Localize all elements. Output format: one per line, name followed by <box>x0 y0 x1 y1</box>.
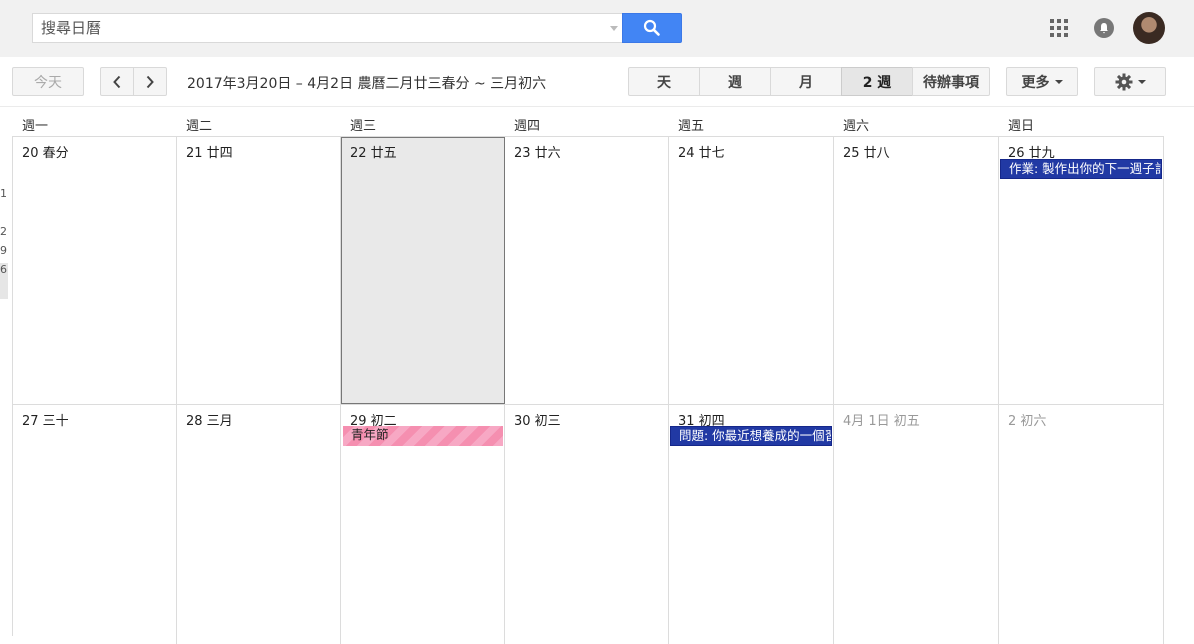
day-label[interactable]: 23 廿六 <box>514 142 561 161</box>
calendar-event[interactable]: 作業: 製作出你的下一週子計 <box>1000 159 1162 179</box>
day-cell[interactable]: 20 春分 <box>13 137 177 404</box>
view-day-tab[interactable]: 天 <box>628 67 700 96</box>
search-input[interactable] <box>33 14 603 42</box>
day-cell-today[interactable]: 22 廿五 <box>341 137 505 404</box>
top-bar <box>0 0 1194 57</box>
day-cell[interactable]: 23 廿六 <box>505 137 669 404</box>
two-week-grid: 20 春分 21 廿四 22 廿五 23 廿六 24 廿七 25 廿八 26 廿… <box>12 136 1164 644</box>
weekday-header: 週六 <box>843 119 870 134</box>
more-label: 更多 <box>1021 74 1050 91</box>
day-label[interactable]: 28 三月 <box>186 410 233 429</box>
mini-calendar-fragment: 1 <box>0 187 7 200</box>
calendar-event[interactable]: 青年節 <box>343 426 503 446</box>
more-button[interactable]: 更多 <box>1006 67 1078 96</box>
weekday-header: 週日 <box>1008 119 1035 134</box>
day-label[interactable]: 2 初六 <box>1008 410 1046 429</box>
day-label[interactable]: 20 春分 <box>22 142 69 161</box>
day-label[interactable]: 22 廿五 <box>350 142 397 161</box>
weekday-header: 週三 <box>350 119 377 134</box>
weekday-header: 週二 <box>186 119 213 134</box>
notifications-icon[interactable] <box>1094 18 1114 38</box>
day-cell[interactable]: 4月 1日 初五 <box>834 404 999 644</box>
weekday-header: 週四 <box>514 119 541 134</box>
day-cell[interactable]: 29 初二 青年節 <box>341 404 505 644</box>
chevron-right-icon <box>146 75 154 88</box>
toolbar-divider <box>0 106 1194 107</box>
day-label[interactable]: 4月 1日 初五 <box>843 410 920 429</box>
day-cell[interactable]: 21 廿四 <box>177 137 341 404</box>
weekday-header: 週一 <box>22 119 49 134</box>
day-cell[interactable]: 24 廿七 <box>669 137 834 404</box>
apps-grid-icon[interactable] <box>1050 19 1068 37</box>
day-cell[interactable]: 2 初六 <box>999 404 1164 644</box>
search-button[interactable] <box>622 13 682 43</box>
view-agenda-tab[interactable]: 待辦事項 <box>912 67 990 96</box>
search-box <box>32 13 622 43</box>
settings-button[interactable] <box>1094 67 1166 96</box>
day-cell[interactable]: 25 廿八 <box>834 137 999 404</box>
day-cell[interactable]: 26 廿九 作業: 製作出你的下一週子計 <box>999 137 1164 404</box>
date-range-title: 2017年3月20日 – 4月2日 農曆二月廿三春分 ~ 三月初六 <box>187 76 547 92</box>
day-cell[interactable]: 28 三月 <box>177 404 341 644</box>
mini-calendar-fragment: 9 <box>0 244 7 257</box>
next-period-button[interactable] <box>133 67 167 96</box>
day-label[interactable]: 24 廿七 <box>678 142 725 161</box>
day-label[interactable]: 21 廿四 <box>186 142 233 161</box>
mini-calendar-fragment: 6 <box>0 263 8 299</box>
day-cell[interactable]: 27 三十 <box>13 404 177 644</box>
search-icon <box>643 19 660 36</box>
mini-calendar-fragment: 2 <box>0 225 7 238</box>
day-cell[interactable]: 30 初三 <box>505 404 669 644</box>
view-month-tab[interactable]: 月 <box>770 67 842 96</box>
dropdown-caret-icon <box>1054 79 1063 84</box>
previous-period-button[interactable] <box>100 67 134 96</box>
search-options-caret-icon[interactable] <box>610 26 618 31</box>
view-2-week-tab[interactable]: 2 週 <box>841 67 913 96</box>
calendar-event[interactable]: 問題: 你最近想養成的一個習 <box>670 426 832 446</box>
chevron-left-icon <box>113 75 121 88</box>
today-button[interactable]: 今天 <box>12 67 84 96</box>
day-cell[interactable]: 31 初四 問題: 你最近想養成的一個習 <box>669 404 834 644</box>
view-week-tab[interactable]: 週 <box>699 67 771 96</box>
day-label[interactable]: 27 三十 <box>22 410 69 429</box>
dropdown-caret-icon <box>1137 79 1146 84</box>
day-label[interactable]: 25 廿八 <box>843 142 890 161</box>
gear-icon <box>1115 73 1132 90</box>
day-label[interactable]: 30 初三 <box>514 410 561 429</box>
weekday-header: 週五 <box>678 119 705 134</box>
avatar[interactable] <box>1133 12 1165 44</box>
